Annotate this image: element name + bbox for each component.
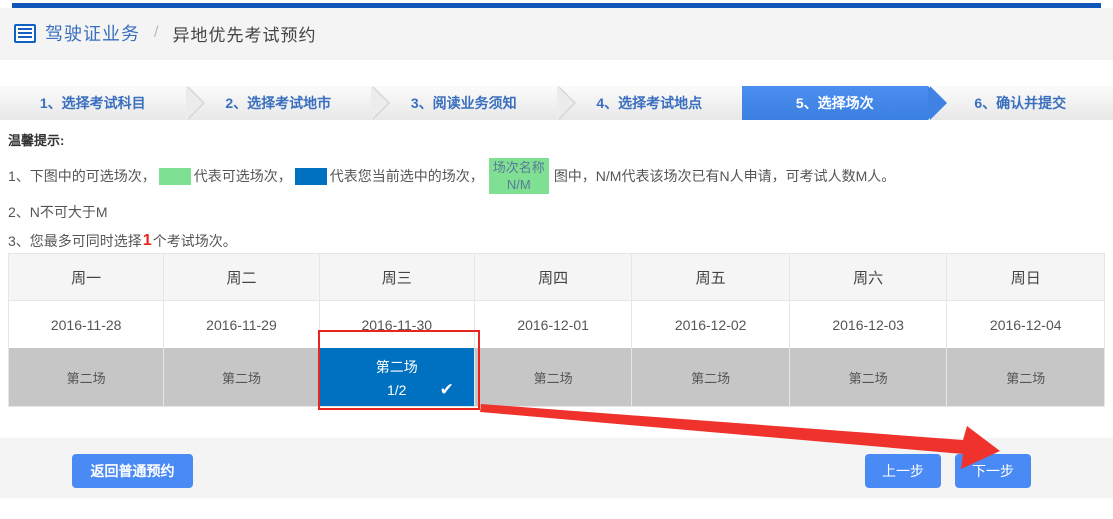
- date-cell-3: 2016-12-01: [474, 301, 632, 349]
- step-nav: 1、选择考试科目 2、选择考试地市 3、阅读业务须知 4、选择考试地点 5、选择…: [0, 86, 1113, 120]
- tips-line-2: 2、N不可大于M: [8, 203, 1108, 221]
- session-slot-1-name: 第二场: [222, 368, 261, 387]
- date-cell-1: 2016-11-29: [164, 301, 319, 349]
- weekday-cell-1: 周二: [164, 254, 319, 301]
- session-slot-3[interactable]: 第二场: [475, 348, 632, 406]
- next-step-button[interactable]: 下一步: [955, 454, 1031, 488]
- legend-example-box: 场次名称 N/M: [489, 158, 549, 194]
- date-row: 2016-11-28 2016-11-29 2016-11-30 2016-12…: [9, 301, 1105, 349]
- session-slot-6[interactable]: 第二场: [947, 348, 1104, 406]
- check-icon: ✔: [440, 383, 454, 397]
- tips-line-1-part-b: 代表可选场次，: [194, 167, 292, 185]
- legend-example-name: 场次名称: [493, 160, 545, 175]
- session-slot-6-name: 第二场: [1006, 368, 1045, 387]
- prev-step-button[interactable]: 上一步: [865, 454, 941, 488]
- slot-cell-3[interactable]: 第二场: [474, 348, 632, 407]
- step-6-label: 6、确认并提交: [974, 93, 1066, 113]
- tips-line-3-part-b: 个考试场次。: [153, 232, 237, 250]
- step-2-label: 2、选择考试地市: [225, 93, 331, 113]
- session-slot-2-selected[interactable]: 第二场 1/2 ✔: [320, 348, 474, 406]
- slot-cell-5[interactable]: 第二场: [789, 348, 947, 407]
- weekday-cell-2: 周三: [319, 254, 474, 301]
- tips-max-select-count: 1: [142, 232, 153, 250]
- tips-title: 温馨提示:: [8, 130, 1108, 149]
- step-3[interactable]: 3、阅读业务须知: [371, 86, 557, 120]
- tips-line-1: 1、下图中的可选场次， 代表可选场次， 代表您当前选中的场次， 场次名称 N/M…: [8, 158, 1108, 194]
- step-2[interactable]: 2、选择考试地市: [186, 86, 372, 120]
- session-slot-0-name: 第二场: [67, 368, 106, 387]
- breadcrumb: 驾驶证业务 / 异地优先考试预约: [14, 20, 316, 46]
- slot-cell-4[interactable]: 第二场: [632, 348, 790, 407]
- slot-cell-6[interactable]: 第二场: [947, 348, 1105, 407]
- session-slot-2-name: 第二场: [376, 357, 418, 377]
- session-slot-2-count: 1/2: [387, 382, 406, 398]
- step-4[interactable]: 4、选择考试地点: [557, 86, 743, 120]
- weekday-cell-4: 周五: [632, 254, 790, 301]
- session-slot-5-name: 第二场: [849, 368, 888, 387]
- breadcrumb-root[interactable]: 驾驶证业务: [45, 20, 140, 46]
- session-slot-1[interactable]: 第二场: [164, 348, 318, 406]
- step-3-label: 3、阅读业务须知: [411, 93, 517, 113]
- session-slot-4[interactable]: 第二场: [632, 348, 789, 406]
- list-card-icon: [14, 24, 36, 43]
- weekday-cell-3: 周四: [474, 254, 632, 301]
- back-to-normal-booking-button[interactable]: 返回普通预约: [72, 454, 193, 488]
- legend-swatch-available: [159, 168, 191, 185]
- tips-line-3-part-a: 3、您最多可同时选择: [8, 232, 142, 250]
- slot-cell-2[interactable]: 第二场 1/2 ✔: [319, 348, 474, 407]
- session-slot-0[interactable]: 第二场: [9, 348, 163, 406]
- weekday-cell-5: 周六: [789, 254, 947, 301]
- step-5-active[interactable]: 5、选择场次: [742, 86, 928, 120]
- tips-line-1-part-a: 1、下图中的可选场次，: [8, 167, 156, 185]
- date-cell-6: 2016-12-04: [947, 301, 1105, 349]
- step-1-label: 1、选择考试科目: [40, 93, 146, 113]
- date-cell-2: 2016-11-30: [319, 301, 474, 349]
- tips-line-1-part-c: 代表您当前选中的场次，: [330, 167, 484, 185]
- step-6[interactable]: 6、确认并提交: [928, 86, 1113, 120]
- page-title: 异地优先考试预约: [172, 21, 316, 46]
- breadcrumb-separator: /: [154, 24, 158, 42]
- session-calendar: 周一 周二 周三 周四 周五 周六 周日 2016-11-28 2016-11-…: [8, 253, 1105, 407]
- tips-line-3: 3、您最多可同时选择 1 个考试场次。: [8, 232, 1108, 250]
- date-cell-5: 2016-12-03: [789, 301, 947, 349]
- slot-cell-1[interactable]: 第二场: [164, 348, 319, 407]
- session-slot-row: 第二场 第二场 第二场 1/2 ✔ 第二场: [9, 348, 1105, 407]
- date-cell-0: 2016-11-28: [9, 301, 164, 349]
- tips-section: 温馨提示: 1、下图中的可选场次， 代表可选场次， 代表您当前选中的场次， 场次…: [8, 130, 1108, 250]
- weekday-cell-0: 周一: [9, 254, 164, 301]
- date-cell-4: 2016-12-02: [632, 301, 790, 349]
- slot-cell-0[interactable]: 第二场: [9, 348, 164, 407]
- session-slot-3-name: 第二场: [534, 368, 573, 387]
- tips-line-1-part-d: 图中，N/M代表该场次已有N人申请，可考试人数M人。: [554, 167, 895, 185]
- session-slot-5[interactable]: 第二场: [790, 348, 947, 406]
- session-slot-4-name: 第二场: [691, 368, 730, 387]
- legend-swatch-selected: [295, 168, 327, 185]
- weekday-header-row: 周一 周二 周三 周四 周五 周六 周日: [9, 254, 1105, 301]
- page-root: 驾驶证业务 / 异地优先考试预约 1、选择考试科目 2、选择考试地市 3、阅读业…: [0, 0, 1113, 519]
- legend-example-count: N/M: [493, 176, 545, 193]
- step-5-label: 5、选择场次: [796, 93, 874, 113]
- step-4-label: 4、选择考试地点: [596, 93, 702, 113]
- session-slot-2-count-row: 1/2 ✔: [320, 382, 474, 398]
- weekday-cell-6: 周日: [947, 254, 1105, 301]
- page-header: 驾驶证业务 / 异地优先考试预约: [0, 8, 1113, 60]
- step-1[interactable]: 1、选择考试科目: [0, 86, 186, 120]
